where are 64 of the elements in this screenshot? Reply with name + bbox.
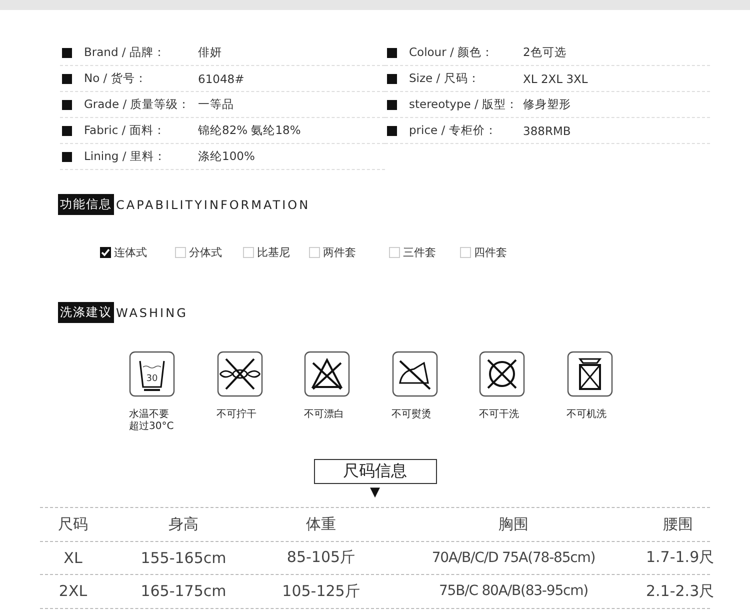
bullet-icon	[62, 100, 72, 110]
section-title: CAPABILITYINFORMATION	[116, 198, 310, 212]
bullet-icon	[387, 48, 397, 58]
column-header: 胸围	[498, 514, 530, 534]
care-symbol-icon	[392, 351, 438, 397]
bullet-icon	[387, 74, 397, 84]
care-symbol-icon	[216, 351, 262, 397]
option-label: 分体式	[189, 245, 222, 260]
spec-value: 61048#	[198, 72, 244, 86]
size-info-title: 尺码信息	[314, 459, 436, 484]
column-header: 体重	[305, 514, 337, 534]
spec-value: 涤纶100%	[198, 149, 255, 164]
down-triangle-icon: ▼	[370, 485, 380, 501]
bullet-icon	[62, 74, 72, 84]
care-label: 不可拧干	[216, 409, 258, 421]
spec-value: 2色可选	[523, 45, 566, 60]
table-cell-text: 155-165cm	[140, 548, 228, 567]
bullet-icon	[62, 152, 72, 162]
bullet-icon	[387, 126, 397, 136]
spec-label: Grade / 质量等级：	[84, 97, 192, 112]
option-label: 比基尼	[257, 245, 290, 260]
spec-label: No / 货号：	[84, 71, 148, 86]
option-label: 三件套	[403, 245, 436, 260]
option-label: 四件套	[474, 245, 507, 260]
table-cell-text: 75B/C 80A/B(83-95cm)	[438, 583, 589, 600]
care-label: 不可机洗	[566, 409, 608, 421]
bullet-icon	[62, 126, 72, 136]
section-title: WASHING	[116, 306, 188, 320]
care-symbol-icon: 30	[129, 351, 175, 397]
column-header: 身高	[168, 514, 200, 534]
care-symbol-icon	[479, 351, 525, 397]
spec-label: Lining / 里料：	[84, 149, 167, 164]
option-label: 连体式	[114, 245, 147, 260]
care-label: 不可干洗	[479, 409, 520, 421]
spec-label: stereotype / 版型：	[409, 97, 520, 112]
column-header: 腰围	[662, 514, 694, 534]
table-cell-text: 85-105斤	[286, 548, 356, 568]
table-cell-text: XL	[62, 548, 84, 567]
spec-label: Fabric / 面料：	[84, 123, 166, 138]
spec-value: 一等品	[198, 97, 234, 112]
section-badge: 洗涤建议	[58, 302, 114, 323]
care-label: 水温不要超过30°C	[129, 409, 175, 433]
spec-label: Size / 尺码：	[409, 71, 481, 86]
table-cell-text: 2XL	[58, 582, 88, 600]
table-cell-text: 70A/B/C/D 75A(78-85cm)	[430, 550, 596, 566]
spec-value: 俳妍	[198, 45, 222, 60]
care-symbol-icon	[566, 351, 612, 397]
column-header: 尺码	[57, 514, 89, 534]
spec-value: XL 2XL 3XL	[523, 72, 588, 86]
bullet-icon	[387, 100, 397, 110]
option-label: 两件套	[323, 245, 356, 260]
spec-value: 修身塑形	[523, 97, 571, 112]
spec-value: 388RMB	[523, 124, 571, 138]
section-badge: 功能信息	[58, 194, 114, 215]
care-symbol-icon	[304, 351, 350, 397]
spec-label: Colour / 颜色：	[409, 45, 494, 60]
bullet-icon	[62, 48, 72, 58]
care-label: 不可熨烫	[392, 409, 432, 421]
table-cell-text: 105-125斤	[281, 582, 361, 601]
spec-label: Brand / 品牌：	[84, 45, 166, 60]
spec-value: 锦纶82% 氨纶18%	[198, 123, 301, 138]
spec-label: price / 专柜价：	[409, 123, 498, 138]
care-label: 不可漂白	[304, 409, 345, 421]
table-cell-text: 165-175cm	[140, 582, 228, 600]
